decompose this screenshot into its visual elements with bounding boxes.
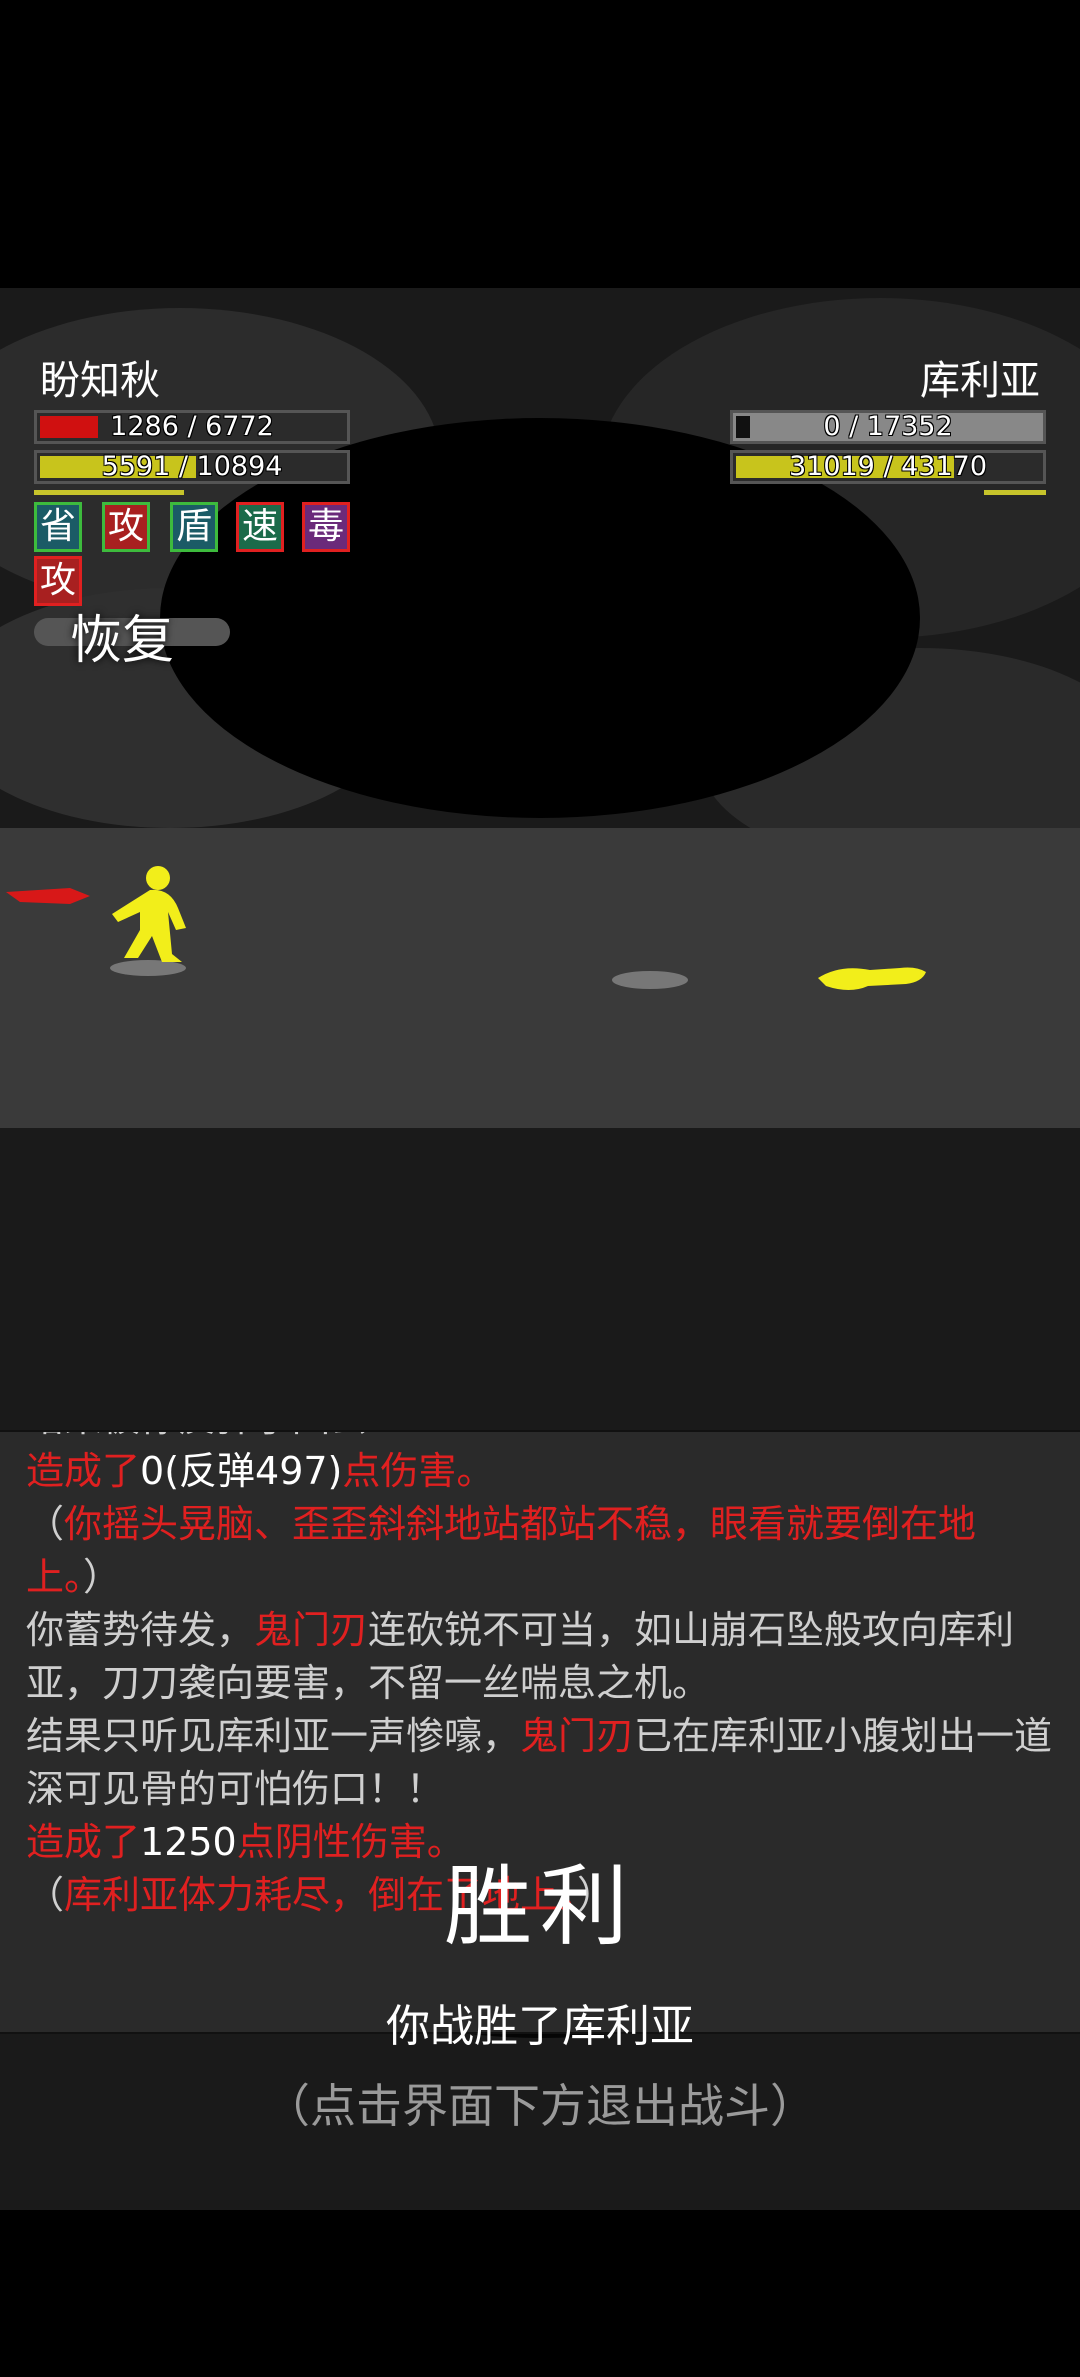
log-segment: 鬼门刃	[520, 1714, 635, 1758]
player-energy-bar: 5591 / 10894	[34, 450, 350, 484]
log-segment: 0(反弹497)	[140, 1449, 343, 1493]
log-segment: （	[26, 1502, 65, 1546]
buff-icon[interactable]: 速	[236, 502, 284, 552]
victory-subtitle: 你战胜了库利亚	[386, 2001, 694, 2052]
enemy-hp-text: 0 / 17352	[823, 411, 953, 442]
buff-icon[interactable]: 毒	[302, 502, 350, 552]
player-status-text: 恢复	[70, 611, 175, 671]
log-segment: 你蓄势待发，	[26, 1608, 255, 1652]
enemy-name: 库利亚	[920, 358, 1040, 404]
enemy-hp-bar: 0 / 17352	[730, 410, 1046, 444]
log-segment: 你摇头晃脑、歪歪斜斜地站都站不稳，眼看就要倒在地上。	[26, 1502, 977, 1599]
log-line: 你蓄势待发，鬼门刃连砍锐不可当，如山崩石坠般攻向库利亚，刀刀袭向要害，不留一丝喘…	[26, 1604, 1054, 1710]
player-energy-text: 5591 / 10894	[101, 451, 283, 482]
enemy-fighter-fallen	[612, 967, 926, 990]
buff-icon[interactable]: 省	[34, 502, 82, 552]
player-hp-text: 1286 / 6772	[110, 411, 274, 442]
log-segment: 鬼门刃	[254, 1608, 369, 1652]
player-charge-line	[34, 490, 184, 495]
player-name: 盼知秋	[40, 358, 160, 404]
log-line: 造成了0(反弹497)点伤害。	[26, 1445, 1054, 1498]
log-segment: 结果被你反弹了回去！	[26, 1432, 406, 1440]
enemy-energy-bar: 31019 / 43170	[730, 450, 1046, 484]
log-segment: 造成了	[26, 1449, 141, 1493]
player-hp-bar: 1286 / 6772	[34, 410, 350, 444]
log-segment: 点伤害。	[342, 1449, 495, 1493]
player-fighter	[6, 866, 186, 976]
buff-icon[interactable]: 攻	[102, 502, 150, 552]
enemy-charge-line	[984, 490, 1046, 495]
exit-battle-hint[interactable]: （点击界面下方退出战斗）	[0, 2070, 1080, 2136]
log-line: （你摇头晃脑、歪歪斜斜地站都站不稳，眼看就要倒在地上。）	[26, 1498, 1054, 1604]
log-line: 结果只听见库利亚一声惨嚎，鬼门刃已在库利亚小腹划出一道深可见骨的可怕伤口！！	[26, 1710, 1054, 1816]
battle-scene[interactable]: 盼知秋 1286 / 6772 5591 / 10894 省 攻 盾 速 毒 攻…	[0, 288, 1080, 2210]
enemy-energy-text: 31019 / 43170	[788, 451, 988, 482]
log-segment: ）	[83, 1555, 122, 1599]
log-segment: 结果只听见库利亚一声惨嚎，	[26, 1714, 521, 1758]
log-line: 结果被你反弹了回去！	[26, 1432, 1054, 1445]
buff-icon[interactable]: 盾	[170, 502, 218, 552]
victory-title: 胜利	[443, 1855, 636, 1958]
